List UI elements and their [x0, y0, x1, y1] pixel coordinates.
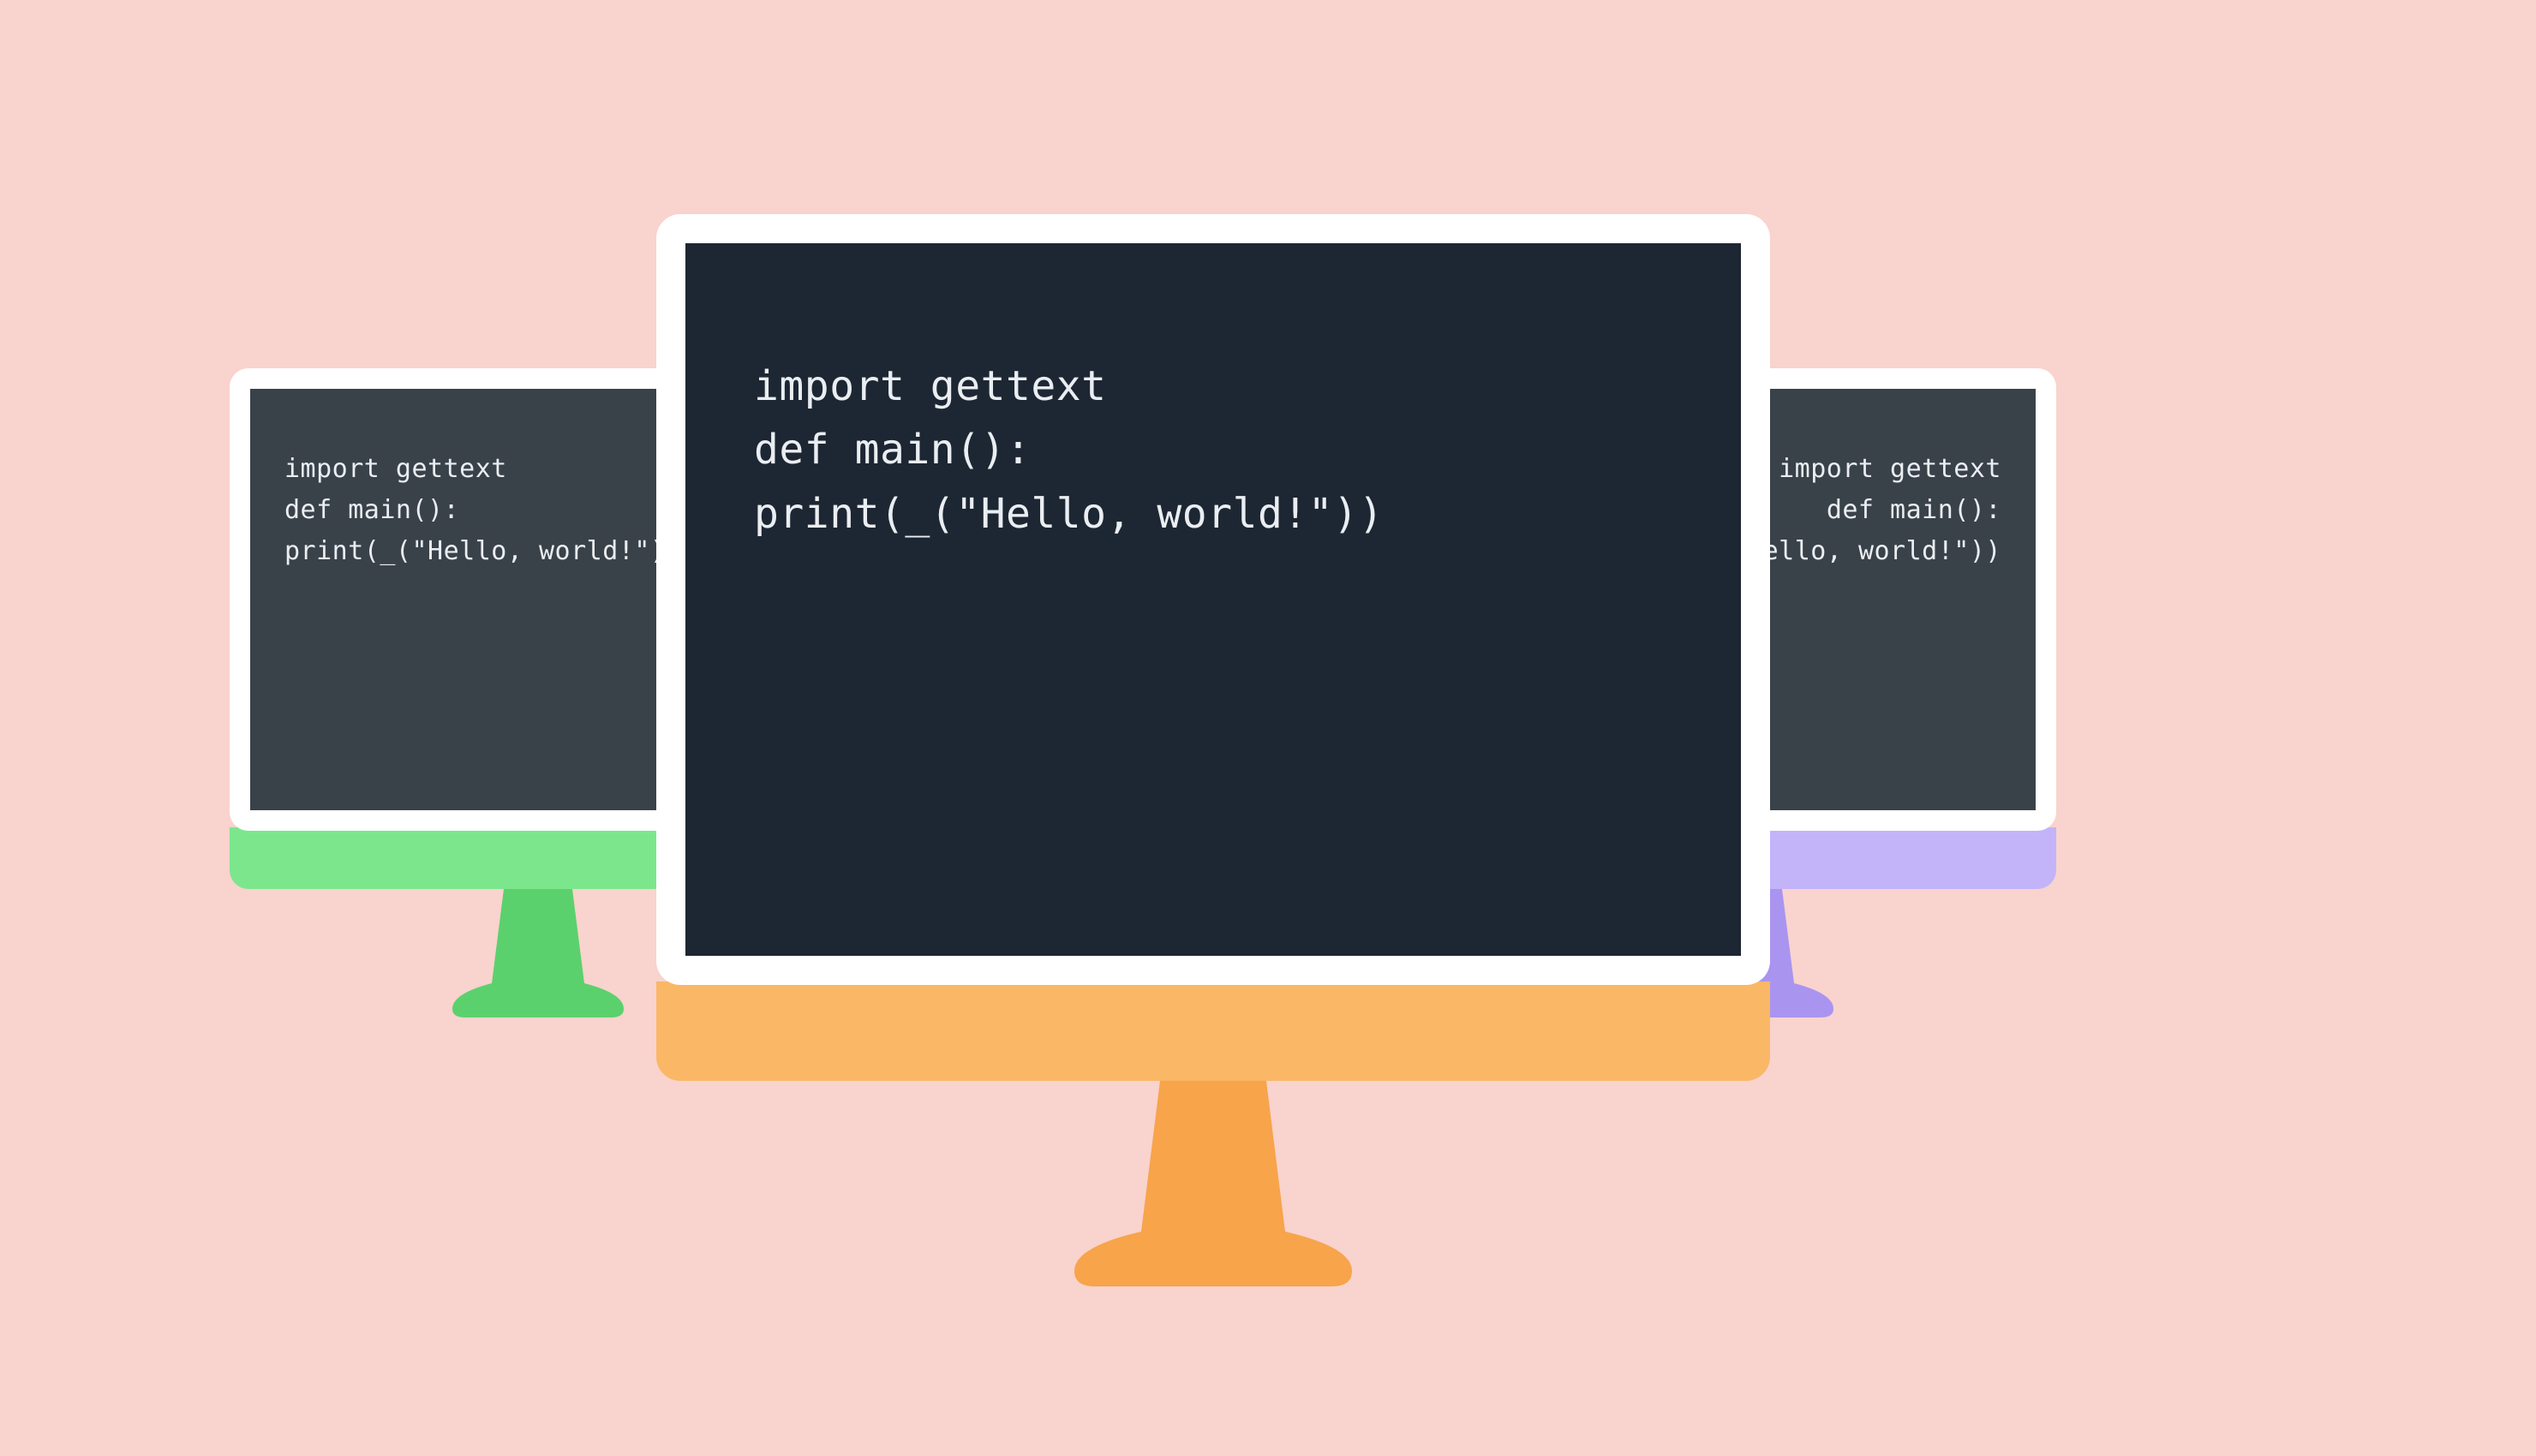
monitor-center-stand-wrap	[656, 1081, 1770, 1286]
monitor-center: import gettext def main(): print(_("Hell…	[656, 214, 1770, 1286]
monitor-center-stand-icon	[1059, 1081, 1367, 1286]
monitor-center-chin	[656, 982, 1770, 1081]
illustration-stage: import gettext def main(): print(_("Hell…	[0, 0, 2536, 1456]
monitor-center-screen: import gettext def main(): print(_("Hell…	[685, 243, 1741, 956]
monitor-center-code: import gettext def main(): print(_("Hell…	[685, 243, 1741, 546]
monitor-center-bezel: import gettext def main(): print(_("Hell…	[656, 214, 1770, 985]
monitor-left-stand-icon	[444, 889, 632, 1017]
code-line: def main():	[1827, 495, 2001, 525]
code-line: import gettext	[1779, 454, 2001, 484]
